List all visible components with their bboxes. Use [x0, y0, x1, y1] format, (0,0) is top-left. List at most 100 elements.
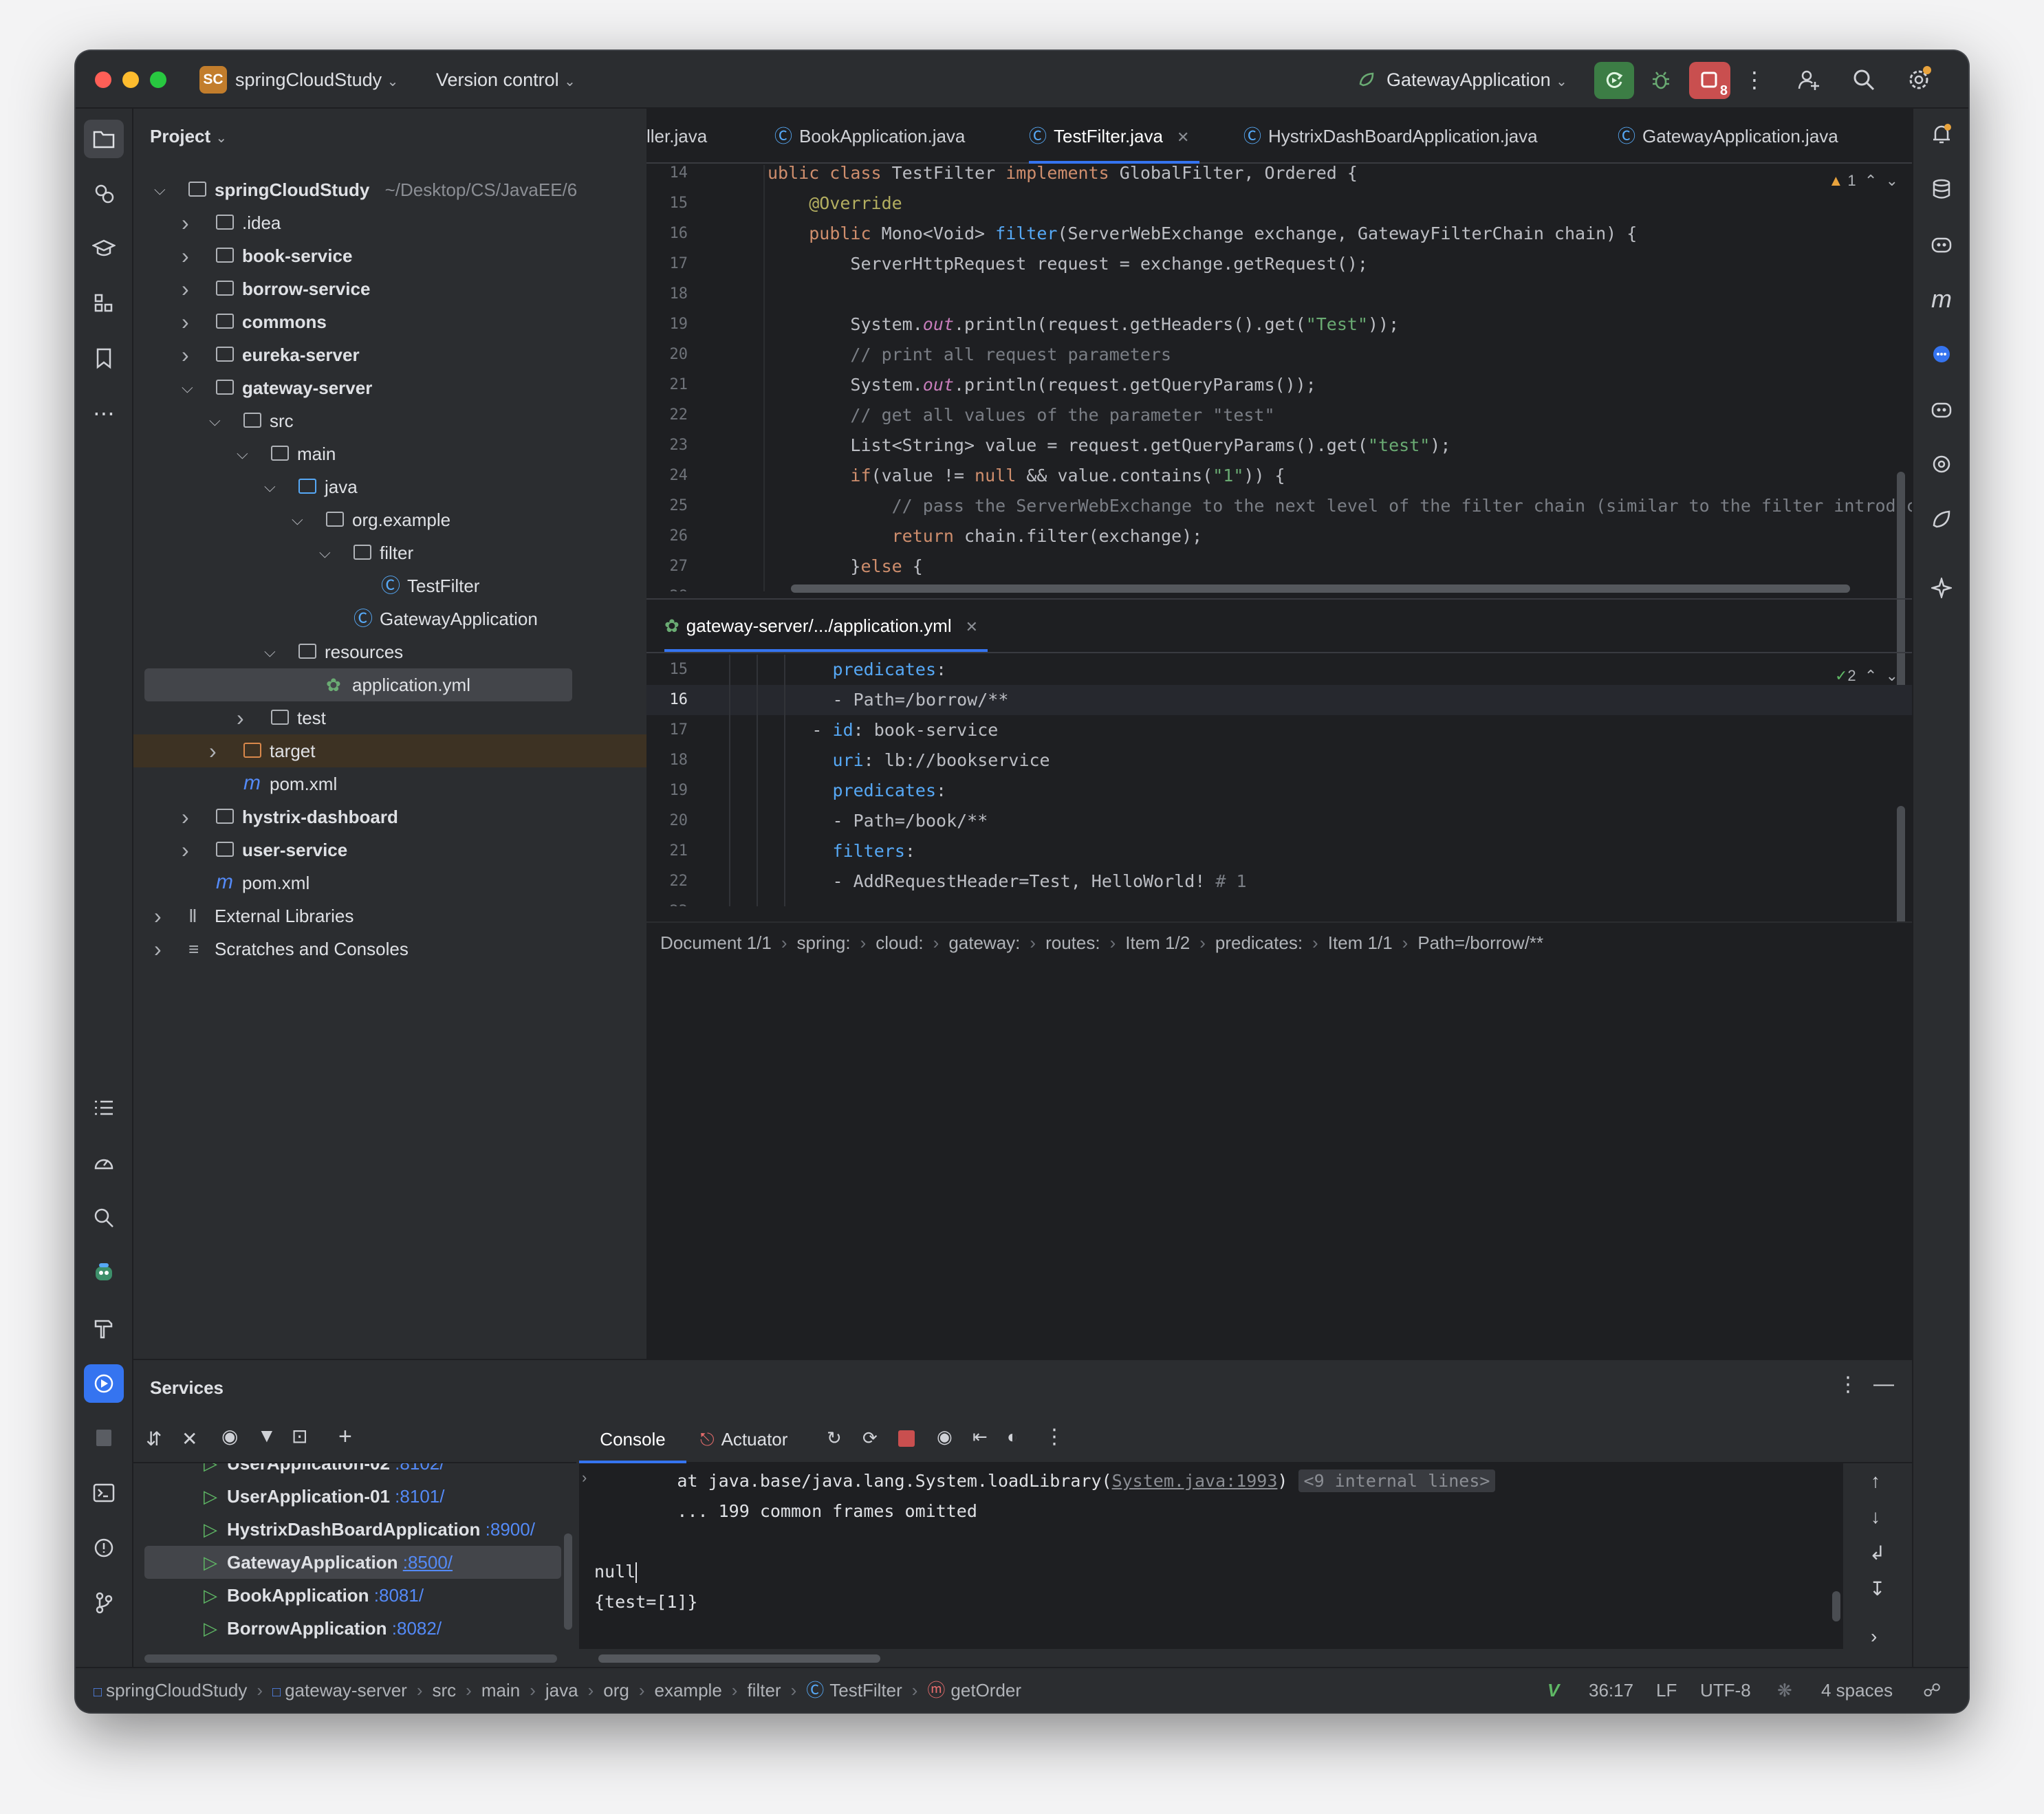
service-port-link[interactable]: :8900/ [486, 1519, 535, 1540]
tab-test-filter[interactable]: Ⓒ TestFilter.java ✕ [1029, 109, 1215, 164]
exit-icon[interactable]: ⇤ [972, 1426, 988, 1447]
more-tools-icon[interactable]: ⋯ [88, 397, 120, 429]
service-port-link[interactable]: :8102/ [395, 1463, 444, 1474]
indent-setting[interactable]: 4 spaces [1821, 1668, 1893, 1712]
path-item[interactable]: org [603, 1680, 629, 1701]
stop-services-button[interactable]: 8 [1689, 62, 1730, 99]
tree-row[interactable]: › hystrix-dashboard [133, 800, 646, 833]
vim-icon[interactable]: V [1547, 1668, 1559, 1712]
tab-book-application[interactable]: Ⓒ BookApplication.java [774, 109, 965, 164]
tab-gateway-application[interactable]: Ⓒ GatewayApplication.java [1618, 109, 1838, 164]
path-item[interactable]: springCloudStudy [106, 1680, 247, 1701]
tree-row[interactable]: › borrow-service [133, 272, 646, 305]
tree-row[interactable]: ✿ application.yml [144, 668, 572, 701]
profiler-icon[interactable]: ◐ [1007, 1426, 1018, 1447]
yaml-inspection-widget[interactable]: ✓2 ⌃ ⌄ [1835, 667, 1898, 685]
service-port-link[interactable]: :8500/ [403, 1552, 453, 1573]
endpoints-button[interactable] [1926, 448, 1957, 480]
project-tool-button[interactable] [84, 120, 124, 158]
prev-highlight-icon[interactable]: ⌃ [1864, 667, 1877, 684]
next-highlight-icon[interactable]: ⌄ [1886, 172, 1898, 189]
find-tool-button[interactable] [88, 1202, 120, 1234]
chevron-down-icon[interactable]: ⌵ [264, 635, 276, 668]
collapse-all-icon[interactable]: ✕ [182, 1428, 197, 1450]
show-icon[interactable]: ◉ [221, 1425, 238, 1447]
hide-panel-icon[interactable]: — [1873, 1373, 1894, 1396]
fold-arrow-icon[interactable]: › [582, 1469, 587, 1487]
terminal-tool-button[interactable] [88, 1477, 120, 1509]
folded-lines[interactable]: <9 internal lines> [1298, 1469, 1496, 1492]
maven-button[interactable]: m [1926, 283, 1957, 315]
git-tool-button[interactable] [88, 1587, 120, 1619]
zoom-window-button[interactable] [150, 72, 166, 88]
database-button[interactable] [1926, 173, 1957, 205]
scroll-up-icon[interactable]: ↑ [1871, 1470, 1880, 1492]
tree-row[interactable]: › ≡ Scratches and Consoles [133, 932, 646, 965]
structure-tool-button[interactable] [88, 287, 120, 319]
tree-row[interactable]: ⌵ springCloudStudy ~/Desktop/CS/JavaEE/6 [133, 173, 646, 206]
copilot-chat-button[interactable] [1926, 228, 1957, 260]
debug-button[interactable] [1645, 65, 1677, 96]
rerun-button[interactable] [1594, 62, 1634, 99]
path-item[interactable]: TestFilter [829, 1680, 902, 1701]
tree-row[interactable]: ⌵ org.example [133, 503, 646, 536]
stacktrace-link[interactable]: System.java:1993 [1112, 1471, 1278, 1491]
chevron-down-icon[interactable]: ⌵ [264, 470, 276, 503]
breadcrumb-item[interactable]: Item 1/2 [1125, 932, 1190, 953]
chevron-right-icon[interactable]: › [154, 932, 162, 965]
tree-row[interactable]: › commons [133, 305, 646, 338]
tree-row[interactable]: ⌵ resources [133, 635, 646, 668]
tab-hystrix-dashboard-application[interactable]: Ⓒ HystrixDashBoardApplication.java [1243, 109, 1538, 164]
breadcrumb-item[interactable]: Path=/borrow/** [1417, 932, 1543, 953]
tree-row[interactable]: ⌵ src [133, 404, 646, 437]
chevron-right-icon[interactable]: › [182, 272, 189, 305]
chevron-right-icon[interactable]: › [154, 899, 162, 932]
ai-chat-button[interactable] [1926, 338, 1957, 370]
add-user-button[interactable] [1795, 66, 1823, 94]
chevron-down-icon[interactable]: ⌵ [319, 536, 331, 569]
path-item[interactable]: java [545, 1680, 578, 1701]
chevron-down-icon[interactable]: ⌵ [154, 173, 166, 206]
soft-wrap-icon[interactable]: ↲ [1869, 1542, 1885, 1564]
notifications-button[interactable] [1926, 118, 1957, 150]
services-more-icon[interactable]: ⋮ [1838, 1373, 1858, 1397]
tree-row[interactable]: m pom.xml [133, 866, 646, 899]
tree-row[interactable]: ⌵ java [133, 470, 646, 503]
scroll-down-icon[interactable]: ↓ [1871, 1506, 1880, 1528]
console-hscrollbar[interactable] [598, 1654, 880, 1663]
path-item[interactable]: filter [747, 1680, 781, 1701]
console-output[interactable]: › at java.base/java.lang.System.loadLibr… [579, 1463, 1843, 1649]
chevron-right-icon[interactable]: › [182, 206, 189, 239]
learn-tool-button[interactable] [88, 232, 120, 264]
breadcrumb-item[interactable]: spring: [797, 932, 851, 953]
caret-position[interactable]: 36:17 [1589, 1668, 1633, 1712]
console-more-icon[interactable]: ⋮ [1044, 1425, 1065, 1449]
breadcrumb-item[interactable]: gateway: [948, 932, 1020, 953]
breadcrumb-item[interactable]: cloud: [876, 932, 923, 953]
camera-icon[interactable]: ◉ [937, 1426, 953, 1447]
new-tab-icon[interactable]: ⊡ [292, 1425, 307, 1447]
project-switcher[interactable]: springCloudStudy ⌄ [235, 51, 398, 111]
project-panel-header[interactable]: Project ⌄ [150, 109, 227, 164]
read-only-lock-icon[interactable]: ☍ [1923, 1668, 1941, 1712]
services-tool-button[interactable] [84, 1364, 124, 1403]
tree-row[interactable]: › test [133, 701, 646, 734]
chevron-right-icon[interactable]: › [182, 800, 189, 833]
tree-row[interactable]: m pom.xml [133, 767, 646, 800]
rerun-icon[interactable]: ↻ [827, 1428, 842, 1449]
run-config-selector[interactable]: GatewayApplication ⌄ [1387, 51, 1567, 111]
inspection-widget[interactable]: ▲ 1 ⌃ ⌄ [1829, 172, 1899, 190]
tree-row[interactable]: › .idea [133, 206, 646, 239]
bookmarks-tool-button[interactable] [88, 342, 120, 374]
code-editor-yaml[interactable]: 15 predicates: 16 - Path=/borrow/** 17 - i… [646, 655, 1912, 906]
chevron-right-icon[interactable]: › [237, 701, 244, 734]
tree-row[interactable]: Ⓒ GatewayApplication [133, 602, 646, 635]
code-editor-main[interactable]: 14 ublic class TestFilter implements Glob… [646, 165, 1912, 591]
file-encoding[interactable]: UTF-8 [1700, 1668, 1751, 1712]
chevron-right-icon[interactable]: › [182, 833, 189, 866]
scroll-to-end-icon[interactable]: ↧ [1869, 1577, 1885, 1600]
spring-button[interactable] [1926, 503, 1957, 535]
chevron-down-icon[interactable]: ⌵ [182, 371, 193, 404]
editor-horizontal-scrollbar[interactable] [791, 584, 1850, 593]
chevron-down-icon[interactable]: ⌵ [209, 404, 221, 437]
